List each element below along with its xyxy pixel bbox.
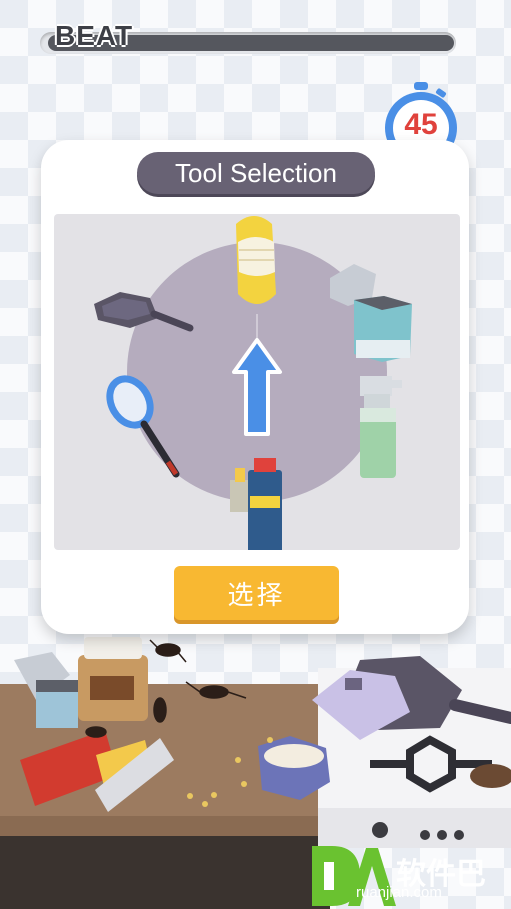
timer-value: 45 [404, 108, 438, 141]
tool-wheel [94, 216, 412, 550]
cockroach [85, 726, 107, 738]
game-screen: BEAT 45 Tool Selection 选择 软件巴 ruanjian.c… [0, 0, 511, 909]
cockroach [149, 639, 187, 663]
slipper-icon[interactable] [236, 216, 276, 304]
cockroach [153, 697, 167, 723]
spray-bottle-icon[interactable] [360, 376, 402, 478]
watermark-domain: ruanjian.com [356, 884, 442, 901]
dialog-title: Tool Selection [175, 158, 337, 188]
beat-label: BEAT [55, 20, 134, 51]
select-button[interactable]: 选择 [174, 566, 339, 620]
jar-on-counter [78, 637, 148, 721]
counter-cabinet [0, 836, 330, 909]
spray-can-lighter-icon[interactable] [230, 458, 282, 550]
